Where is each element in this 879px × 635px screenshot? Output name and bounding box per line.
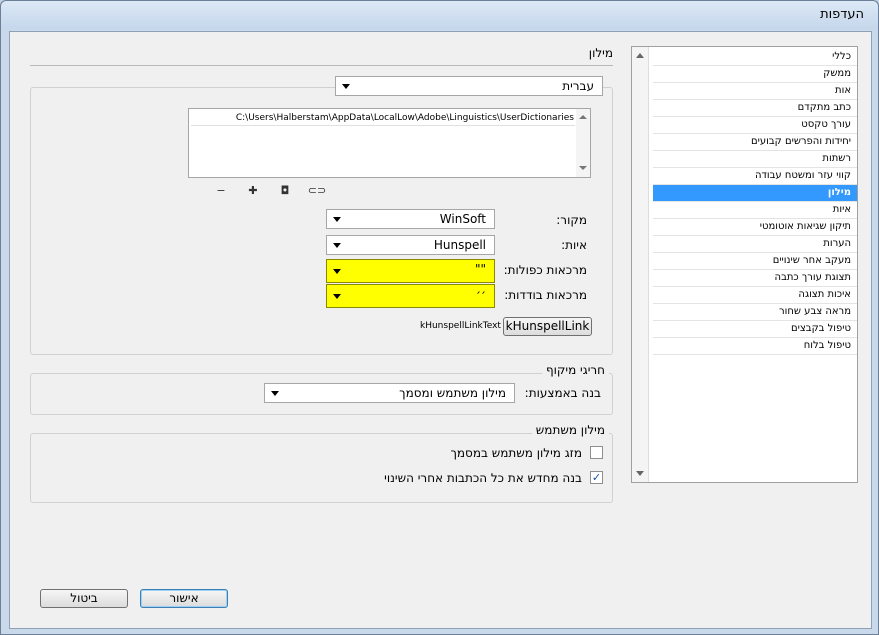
category-item[interactable]: תיקון שגיאות אוטומטי: [653, 219, 857, 236]
single-quotes-label: מרכאות בודדות:: [504, 288, 587, 302]
category-item[interactable]: ממשק: [653, 66, 857, 83]
vendor-dropdown[interactable]: WinSoft: [326, 209, 495, 229]
category-item[interactable]: קווי עזר ומשטח עבודה: [653, 168, 857, 185]
dictionary-path-item[interactable]: C:\Users\Halberstam\AppData\LocalLow\Ado…: [236, 113, 574, 123]
title-bar: העדפות: [1, 1, 878, 29]
scroll-down-icon[interactable]: [579, 166, 587, 170]
user-dictionary-section-title: מילון משתמש: [531, 423, 609, 437]
preferences-window: העדפות כללי ממשק אות כתב מתקדם עורך טקסט יחיד…: [0, 0, 879, 635]
chevron-down-icon: [333, 217, 341, 222]
merge-user-dictionary-label[interactable]: מזג מילון משתמש במסמך: [450, 446, 582, 460]
add-dictionary-icon[interactable]: ✚: [246, 185, 260, 197]
language-value: עברית: [562, 79, 594, 93]
category-item[interactable]: הערות: [653, 236, 857, 253]
dictionary-section-title: מילון: [588, 46, 613, 60]
category-item[interactable]: טיפול בלוח: [653, 338, 857, 355]
compose-using-dropdown[interactable]: מילון משתמש ומסמך: [264, 383, 515, 403]
ok-button[interactable]: אישור: [140, 589, 228, 608]
double-quotes-value: "": [474, 262, 486, 276]
recompose-stories-label[interactable]: בנה מחדש את כל הכתבות אחרי השינוי: [384, 471, 582, 485]
category-item[interactable]: מעקב אחר שינויים: [653, 253, 857, 270]
category-item[interactable]: טיפול בקבצים: [653, 321, 857, 338]
chevron-down-icon: [333, 294, 341, 299]
scroll-down-icon[interactable]: [636, 471, 644, 476]
spelling-label: איות:: [561, 238, 587, 252]
chevron-down-icon: [271, 391, 279, 396]
single-quotes-dropdown[interactable]: ׳׳: [326, 284, 495, 308]
user-dictionary-group: [30, 433, 613, 503]
merge-user-dictionary-checkbox[interactable]: [590, 446, 603, 459]
category-item[interactable]: כללי: [653, 49, 857, 66]
category-item[interactable]: מילון: [653, 185, 857, 202]
vendor-label: מקור:: [556, 213, 587, 227]
cancel-button[interactable]: ביטול: [40, 589, 128, 608]
spelling-dropdown[interactable]: Hunspell: [326, 235, 495, 255]
chevron-down-icon: [333, 269, 341, 274]
double-quotes-dropdown[interactable]: "": [326, 259, 495, 283]
scroll-up-icon[interactable]: [636, 53, 644, 58]
compose-using-label: בנה באמצעות:: [524, 386, 601, 400]
remove-dictionary-icon[interactable]: −: [214, 185, 228, 197]
category-item[interactable]: מראה צבע שחור: [653, 304, 857, 321]
double-quotes-label: מרכאות כפולות:: [503, 263, 587, 277]
category-item[interactable]: איכות תצוגה: [653, 287, 857, 304]
dialog-body: כללי ממשק אות כתב מתקדם עורך טקסט יחידות והפר…: [9, 31, 872, 629]
window-title: העדפות: [820, 7, 864, 22]
category-item[interactable]: רשתות: [653, 151, 857, 168]
category-item[interactable]: כתב מתקדם: [653, 100, 857, 117]
chevron-down-icon: [342, 84, 350, 89]
hunspell-link-button[interactable]: kHunspellLink: [503, 317, 592, 336]
category-item[interactable]: אות: [653, 83, 857, 100]
section-divider: [30, 65, 613, 66]
path-divider: [191, 125, 575, 126]
path-scrollbar[interactable]: [576, 109, 590, 177]
hunspell-link-text: kHunspellLinkText: [420, 321, 501, 331]
category-item[interactable]: עורך טקסט: [653, 117, 857, 134]
compose-using-value: מילון משתמש ומסמך: [399, 386, 506, 400]
single-quotes-value: ׳׳: [476, 287, 486, 301]
language-dropdown[interactable]: עברית: [335, 76, 603, 96]
category-scrollbar[interactable]: [632, 47, 649, 482]
vendor-value: WinSoft: [439, 212, 486, 226]
category-item[interactable]: איות: [653, 202, 857, 219]
relink-dictionary-icon[interactable]: ⊂⊃: [304, 185, 330, 197]
category-item[interactable]: תצוגת עורך כתבה: [653, 270, 857, 287]
category-list[interactable]: כללי ממשק אות כתב מתקדם עורך טקסט יחידות והפר…: [631, 46, 858, 483]
new-dictionary-icon[interactable]: ◘: [278, 185, 292, 197]
chevron-down-icon: [333, 243, 341, 248]
recompose-stories-checkbox[interactable]: ✓: [590, 471, 603, 484]
scroll-up-icon[interactable]: [579, 115, 587, 119]
dictionary-path-list[interactable]: C:\Users\Halberstam\AppData\LocalLow\Ado…: [188, 108, 591, 178]
category-item[interactable]: יחידות והפרשים קבועים: [653, 134, 857, 151]
spelling-value: Hunspell: [433, 238, 486, 252]
hyphenation-section-title: חריגי מיקוף: [541, 363, 609, 377]
